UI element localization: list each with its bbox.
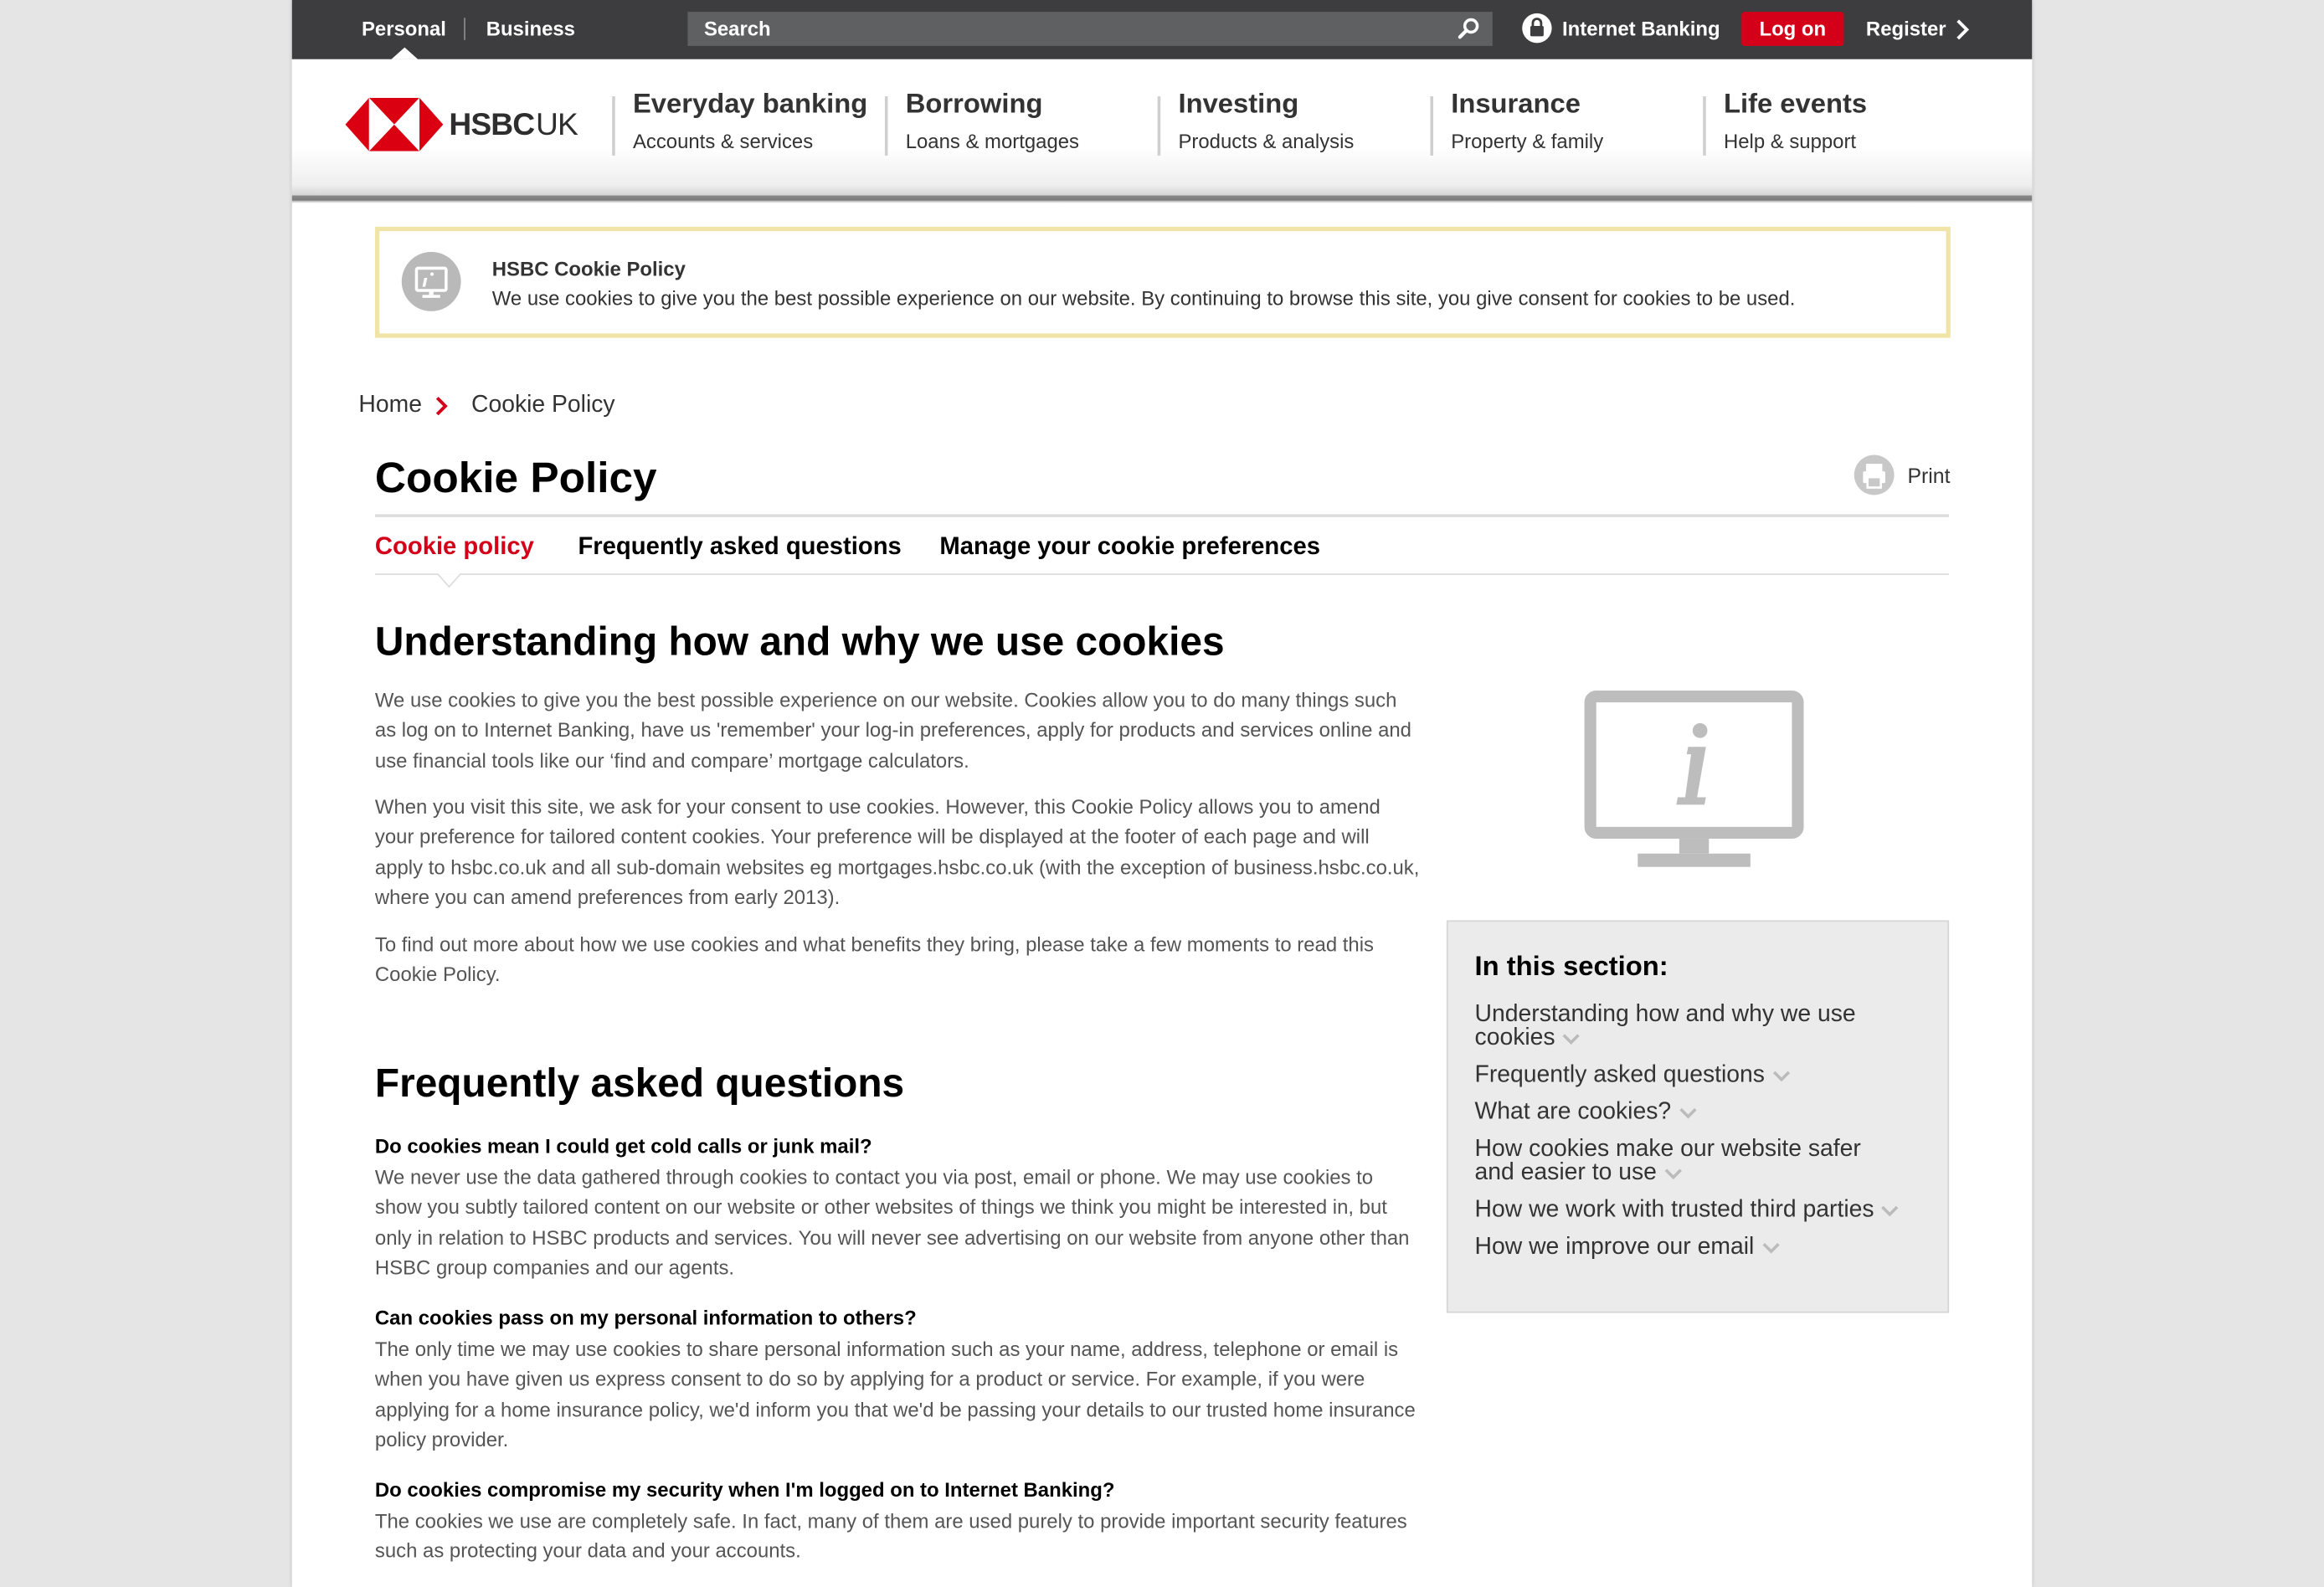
faq-question: Can cookies pass on my personal informat… (374, 1307, 917, 1330)
cookie-banner: HSBC Cookie Policy We use cookies to giv… (374, 226, 1951, 338)
breadcrumb-current: Cookie Policy (470, 393, 615, 419)
logo-wordmark[interactable]: HSBCUK (449, 108, 578, 143)
sidebar-item-label: How we improve our email (1474, 1234, 1755, 1260)
nav-title: Life events (1723, 87, 1868, 119)
nav-divider (612, 96, 615, 156)
register-link[interactable]: Register (1866, 18, 1946, 40)
nav-subtitle: Products & analysis (1178, 130, 1355, 153)
nav-divider (884, 96, 888, 156)
tabs-divider (374, 573, 1950, 575)
sidebar-item-faq[interactable]: Frequently asked questions (1474, 1062, 1905, 1088)
sidebar-item-label: How we work with trusted third parties (1474, 1197, 1874, 1223)
paragraph: We use cookies to give you the best poss… (374, 689, 1411, 772)
paragraph: To find out more about how we use cookie… (374, 933, 1374, 986)
nav-subtitle: Help & support (1723, 130, 1857, 153)
nav-subtitle: Loans & mortgages (905, 130, 1079, 153)
top-bar: Personal Business Search Internet Bankin… (291, 0, 2033, 59)
search-placeholder: Search (703, 18, 771, 40)
section-heading: Understanding how and why we use cookies (374, 619, 1225, 665)
chevron-down-icon (1562, 1033, 1581, 1045)
nav-divider (1430, 96, 1433, 156)
sidebar-item-safer[interactable]: How cookies make our website safer and e… (1475, 1138, 1905, 1186)
chevron-down-icon (1679, 1107, 1696, 1119)
nav-subtitle: Property & family (1451, 130, 1604, 153)
nav-divider (1157, 96, 1161, 156)
chevron-right-icon (1956, 19, 1970, 40)
nav-title: Insurance (1451, 87, 1581, 119)
divider (374, 514, 1950, 517)
sidebar-item-what-are-cookies[interactable]: What are cookies? (1475, 1101, 1905, 1124)
faq-answer: The cookies we use are completely safe. … (374, 1510, 1407, 1563)
search-icon[interactable] (1457, 16, 1480, 39)
nav-title: Borrowing (905, 87, 1043, 119)
faq-answer: The only time we may use cookies to shar… (374, 1338, 1416, 1451)
paragraph: When you visit this site, we ask for you… (374, 795, 1420, 909)
internet-banking-link[interactable]: Internet Banking (1562, 18, 1720, 40)
in-this-section-panel: In this section: Understanding how and w… (1446, 920, 1950, 1313)
business-tab[interactable]: Business (486, 18, 575, 40)
page-title: Cookie Policy (374, 455, 657, 503)
masthead: HSBCUK Everyday banking Accounts & servi… (291, 59, 2033, 203)
active-tab-pointer (437, 573, 461, 588)
print-link[interactable]: Print (1908, 464, 1951, 487)
breadcrumb-home[interactable]: Home (358, 393, 422, 419)
brand-region: UK (536, 108, 578, 142)
hsbc-logo-icon[interactable] (345, 97, 444, 152)
faq-heading: Frequently asked questions (374, 1061, 905, 1106)
faq-answer: We never use the data gathered through c… (374, 1166, 1410, 1279)
print-icon[interactable] (1854, 455, 1895, 496)
chevron-down-icon (1761, 1242, 1779, 1254)
chevron-right-icon (435, 396, 448, 416)
sidebar-item-label: Understanding how and why we use cookies (1474, 1001, 1856, 1051)
chevron-down-icon (1772, 1071, 1790, 1081)
sidebar-item-third-parties[interactable]: How we work with trusted third parties (1474, 1197, 1920, 1223)
sidebar-item-understanding[interactable]: Understanding how and why we use cookies (1474, 1001, 1905, 1051)
info-monitor-icon (1584, 691, 1804, 867)
tab-manage-preferences[interactable]: Manage your cookie preferences (939, 533, 1320, 562)
search-input[interactable]: Search (687, 12, 1493, 46)
nav-title: Everyday banking (632, 87, 868, 119)
log-on-button[interactable]: Log on (1741, 12, 1844, 46)
tab-cookie-policy[interactable]: Cookie policy (375, 533, 534, 562)
chevron-down-icon (1664, 1168, 1682, 1179)
lock-icon (1522, 13, 1552, 44)
faq-question: Do cookies compromise my security when I… (374, 1478, 1115, 1502)
faq-question: Do cookies mean I could get cold calls o… (374, 1135, 872, 1158)
chevron-down-icon (1881, 1205, 1900, 1216)
sidebar-item-label: Frequently asked questions (1474, 1062, 1765, 1088)
nav-divider (1703, 96, 1706, 156)
sidebar-title: In this section: (1474, 949, 1668, 982)
cookie-banner-title: HSBC Cookie Policy (491, 258, 686, 280)
sidebar-item-label: What are cookies? (1474, 1099, 1672, 1125)
nav-subtitle: Accounts & services (632, 130, 814, 153)
tab-faq[interactable]: Frequently asked questions (578, 533, 901, 562)
brand-name: HSBC (449, 108, 535, 142)
topbar-divider (464, 18, 465, 40)
page: Personal Business Search Internet Bankin… (291, 0, 2033, 1587)
info-monitor-icon (401, 251, 461, 311)
nav-title: Investing (1178, 87, 1299, 119)
sidebar-item-email[interactable]: How we improve our email (1474, 1234, 1905, 1260)
cookie-banner-text: We use cookies to give you the best poss… (491, 287, 1796, 311)
active-tab-pointer (391, 47, 419, 59)
personal-tab[interactable]: Personal (362, 18, 446, 40)
